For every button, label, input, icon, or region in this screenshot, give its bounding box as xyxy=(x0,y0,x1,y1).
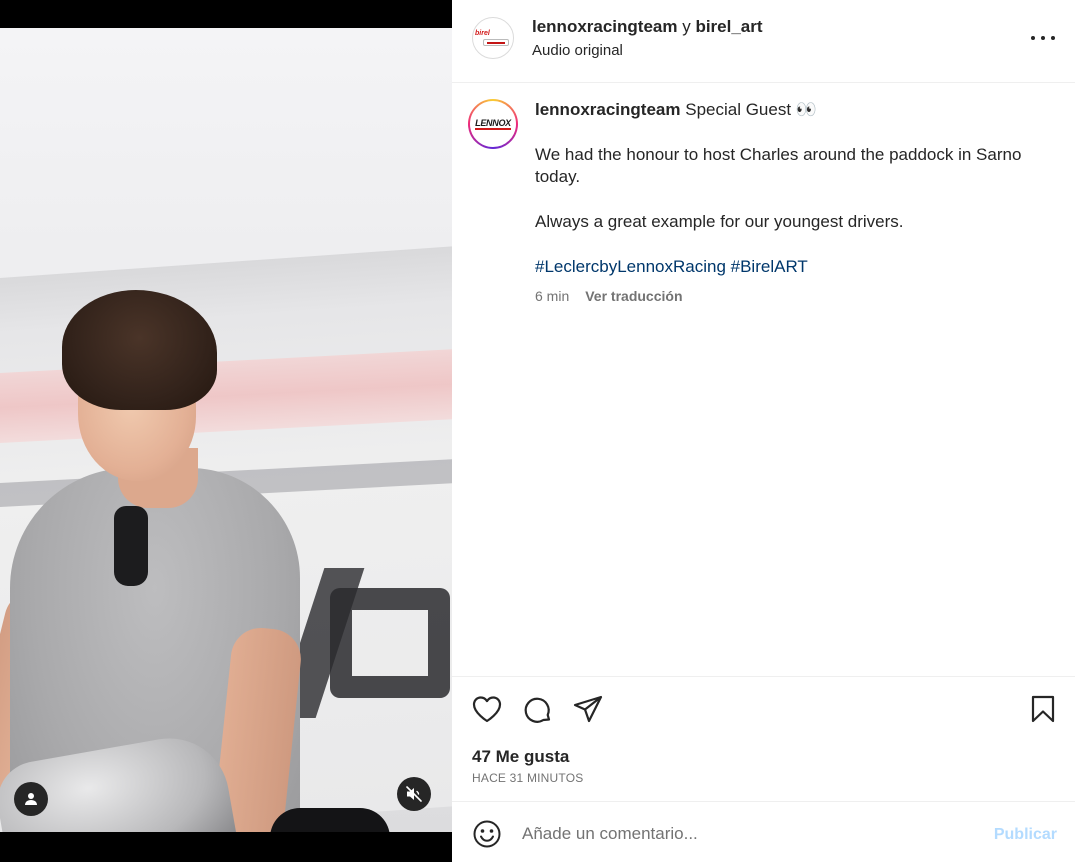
caption-avatar[interactable]: LENNOX xyxy=(468,99,518,149)
comment-bar: Publicar xyxy=(452,801,1075,862)
caption-headline-line: lennoxracingteam Special Guest 👀 xyxy=(535,99,1057,121)
more-dot xyxy=(1051,36,1055,40)
audio-link[interactable]: Audio original xyxy=(532,42,623,59)
user-tag-icon xyxy=(24,792,38,806)
author-primary-link[interactable]: lennoxracingteam xyxy=(532,17,678,36)
caption-section: LENNOX lennoxracingteam Special Guest 👀 … xyxy=(452,83,1075,676)
save-button[interactable] xyxy=(1030,695,1056,723)
hashtag-link[interactable]: #BirelART xyxy=(731,257,808,276)
dark-object xyxy=(270,808,390,832)
post-authors: lennoxracingteam y birel_art xyxy=(532,17,763,37)
birel-logo: birel xyxy=(475,30,490,37)
author-connector: y xyxy=(677,17,696,36)
person-hair xyxy=(62,290,217,410)
mute-button[interactable] xyxy=(397,777,431,811)
publish-button[interactable]: Publicar xyxy=(994,826,1057,844)
likes-count[interactable]: 47 Me gusta xyxy=(472,747,569,767)
user-tag-button[interactable] xyxy=(14,782,48,816)
caption-paragraph-2: Always a great example for our youngest … xyxy=(535,212,904,231)
more-options-button[interactable] xyxy=(1031,28,1055,48)
like-button[interactable] xyxy=(472,695,502,723)
volume-muted-icon xyxy=(405,785,423,803)
caption-age[interactable]: 6 min xyxy=(535,285,569,307)
more-horizontal-icon xyxy=(1031,36,1035,40)
caption-paragraph-1: We had the honour to host Charles around… xyxy=(535,145,1022,186)
actions-section: 47 Me gusta HACE 31 MINUTOS xyxy=(452,676,1075,801)
bookmark-icon xyxy=(1030,695,1056,723)
caption-avatar-inner: LENNOX xyxy=(470,101,516,147)
post-panel: birel lennoxracingteam y birel_art Audio… xyxy=(452,0,1075,862)
comment-button[interactable] xyxy=(523,695,553,725)
emoji-button[interactable] xyxy=(472,819,502,854)
caption-hashtags: #LeclercbyLennoxRacing #BirelART xyxy=(535,256,1057,278)
hashtag-link[interactable]: #LeclercbyLennoxRacing xyxy=(535,257,726,276)
comment-icon xyxy=(523,695,553,725)
caption-body: lennoxracingteam Special Guest 👀 We had … xyxy=(535,99,1057,307)
heart-icon xyxy=(472,695,502,723)
lennox-logo: LENNOX xyxy=(475,117,511,130)
caption-meta: 6 min Ver traducción xyxy=(535,285,1057,307)
video-frame[interactable] xyxy=(0,28,452,832)
post-timestamp[interactable]: HACE 31 MINUTOS xyxy=(472,771,583,785)
emoji-icon xyxy=(472,820,502,853)
caption-headline: Special Guest 👀 xyxy=(685,100,817,119)
comment-input[interactable] xyxy=(522,820,962,848)
author-secondary-link[interactable]: birel_art xyxy=(695,17,762,36)
sunglasses xyxy=(114,506,148,586)
collab-avatar[interactable]: birel xyxy=(472,17,514,59)
lennox-logo xyxy=(483,39,509,46)
caption-username-link[interactable]: lennoxracingteam xyxy=(535,100,681,119)
translate-button[interactable]: Ver traducción xyxy=(585,285,682,307)
share-icon xyxy=(573,695,603,723)
post-header: birel lennoxracingteam y birel_art Audio… xyxy=(452,0,1075,83)
more-dot xyxy=(1041,36,1045,40)
share-button[interactable] xyxy=(573,695,603,723)
post-media[interactable] xyxy=(0,0,452,862)
trailer-logo xyxy=(330,588,450,698)
